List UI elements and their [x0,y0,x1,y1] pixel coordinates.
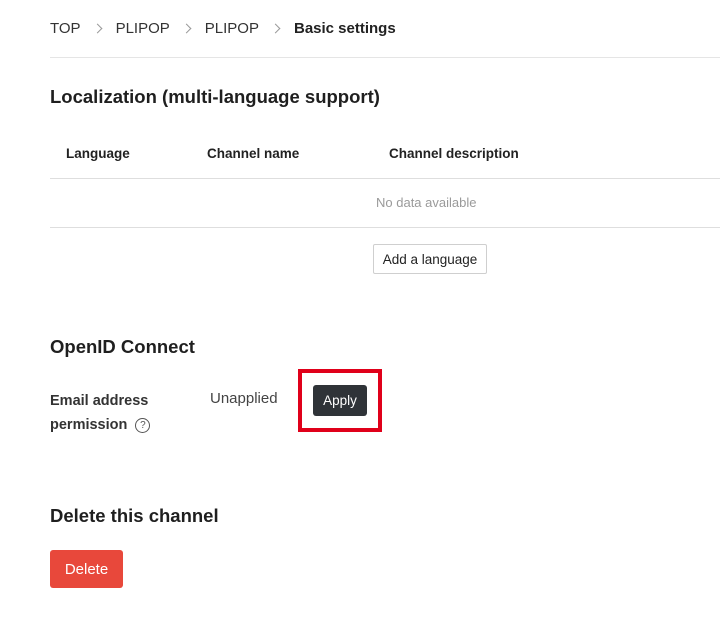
help-icon[interactable]: ? [135,418,151,433]
delete-section-title: Delete this channel [50,505,219,526]
breadcrumb-channel-link[interactable]: PLIPOP [205,20,259,37]
chevron-right-icon [270,23,281,33]
breadcrumb-provider-link[interactable]: PLIPOP [116,20,170,37]
empty-state-text: No data available [376,195,477,210]
openid-section-title: OpenID Connect [50,336,195,357]
header-divider [50,57,720,58]
chevron-right-icon [181,23,192,33]
breadcrumb: TOP PLIPOP PLIPOP Basic settings [50,17,396,39]
column-header-channel-name: Channel name [207,146,300,161]
column-header-channel-description: Channel description [389,146,519,161]
email-permission-status: Unapplied [210,390,278,407]
add-language-button[interactable]: Add a language [373,244,487,274]
email-permission-label: Email address permission? [50,389,200,437]
column-header-language: Language [66,146,130,161]
localization-table-header: Language Channel name Channel descriptio… [50,131,720,179]
delete-channel-button[interactable]: Delete [50,550,123,588]
breadcrumb-top-link[interactable]: TOP [50,20,81,37]
email-permission-label-line1: Email address [50,393,149,409]
localization-section-title: Localization (multi-language support) [50,86,380,107]
breadcrumb-current: Basic settings [293,19,396,37]
chevron-right-icon [92,23,103,33]
email-permission-label-line2: permission [50,417,128,433]
localization-table-empty-row: No data available [50,179,720,228]
apply-button[interactable]: Apply [313,385,367,416]
